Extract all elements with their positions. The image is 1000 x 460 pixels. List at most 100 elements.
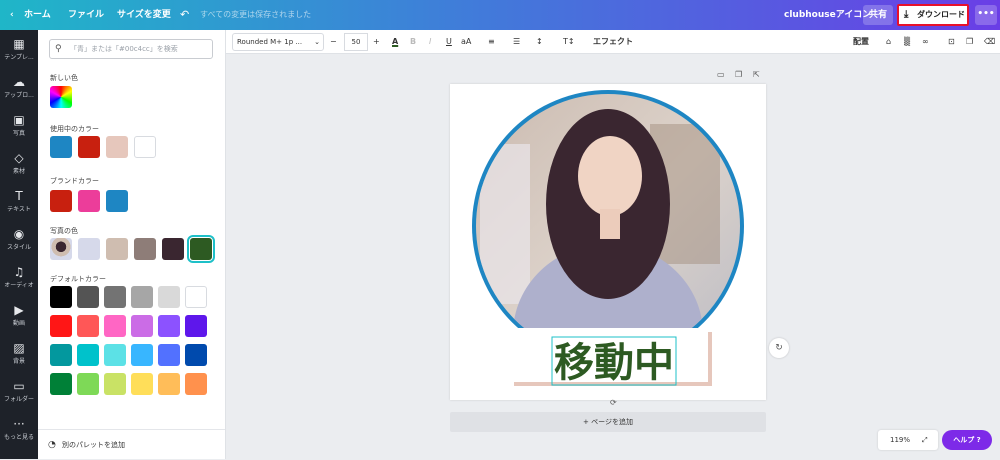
document-title[interactable]: clubhouseアイコン — [784, 0, 871, 30]
default-color-swatch[interactable] — [50, 344, 72, 366]
default-color-swatch[interactable] — [158, 344, 180, 366]
rail-item-template[interactable]: ▦ テンプレ... — [0, 32, 38, 70]
default-color-swatch[interactable] — [131, 373, 153, 395]
link-icon[interactable]: ∞ — [922, 30, 929, 54]
rail-item-background[interactable]: ▨ 背景 — [0, 336, 38, 374]
text-toolbar: Rounded M+ 1p ... ⌄ − 50 + A B I U aA ≡ … — [226, 30, 1000, 54]
default-color-swatch[interactable] — [131, 344, 153, 366]
refresh-icon[interactable]: ↻ — [769, 338, 789, 358]
more-options-button[interactable]: ••• — [975, 5, 997, 25]
in-use-swatch[interactable] — [78, 136, 100, 158]
italic-icon[interactable]: I — [429, 30, 431, 54]
rail-item-style[interactable]: ◉ スタイル — [0, 222, 38, 260]
default-color-swatch[interactable] — [77, 286, 99, 308]
align-center-icon[interactable]: ≡ — [488, 30, 495, 54]
default-color-swatch[interactable] — [50, 315, 72, 337]
photo-swatch[interactable] — [106, 238, 128, 260]
zoom-level: 119% — [890, 436, 911, 444]
default-color-swatch[interactable] — [104, 344, 126, 366]
default-color-swatch[interactable] — [185, 373, 207, 395]
rail-item-video[interactable]: ▶ 動画 — [0, 298, 38, 336]
photo-swatch[interactable] — [78, 238, 100, 260]
default-color-swatch[interactable] — [77, 373, 99, 395]
default-color-swatch[interactable] — [185, 315, 207, 337]
back-chevron-icon[interactable]: ‹ — [10, 0, 14, 30]
font-size-increase[interactable]: + — [373, 30, 380, 54]
page-duplicate-icon[interactable]: ❐ — [735, 70, 742, 79]
design-page[interactable]: 移動中 — [450, 84, 766, 400]
rotate-handle-icon[interactable]: ⟳ — [610, 398, 617, 407]
in-use-swatch[interactable] — [134, 136, 156, 158]
default-color-swatch[interactable] — [104, 315, 126, 337]
list-icon[interactable]: ☰ — [513, 30, 520, 54]
arrange-button[interactable]: 配置 — [853, 30, 869, 54]
letter-case-icon[interactable]: aA — [461, 30, 471, 54]
overlay-text[interactable]: 移動中 — [554, 340, 674, 386]
design-artwork: 移動中 — [472, 90, 744, 386]
page-note-icon[interactable]: ▭ — [717, 70, 725, 79]
default-color-swatch[interactable] — [50, 373, 72, 395]
photo-color-label: 写真の色 — [50, 227, 78, 235]
photo-swatch-selected[interactable] — [187, 235, 215, 263]
more-icon: ··· — [13, 417, 25, 431]
text-color-icon[interactable]: A — [392, 30, 398, 54]
download-button[interactable]: ⤓ ダウンロード — [897, 4, 969, 26]
paint-format-icon[interactable]: ⌂ — [886, 30, 891, 54]
home-button[interactable]: ホーム — [24, 0, 51, 30]
add-palette-button[interactable]: ◔ 別のパレットを追加 — [38, 429, 225, 459]
audio-icon: ♫ — [13, 265, 25, 279]
photo-thumbnail[interactable] — [50, 238, 72, 260]
default-color-swatch[interactable] — [131, 286, 153, 308]
default-color-swatch[interactable] — [77, 344, 99, 366]
vertical-text-icon[interactable]: T↕ — [563, 30, 575, 54]
share-button[interactable]: 共有 — [863, 5, 893, 25]
download-icon: ⤓ — [904, 9, 909, 20]
default-color-swatch[interactable] — [50, 286, 72, 308]
new-color-swatch[interactable] — [50, 86, 72, 108]
lock-icon[interactable]: ⊡ — [948, 30, 955, 54]
brand-swatch[interactable] — [50, 190, 72, 212]
trash-icon[interactable]: ⌫ — [984, 30, 995, 54]
bold-icon[interactable]: B — [410, 30, 416, 54]
rail-item-folder[interactable]: ▭ フォルダー — [0, 374, 38, 412]
add-page-button[interactable]: + ページを追加 — [450, 412, 766, 432]
default-color-swatch[interactable] — [104, 286, 126, 308]
font-selector[interactable]: Rounded M+ 1p ... ⌄ — [232, 33, 324, 51]
default-color-swatch[interactable] — [104, 373, 126, 395]
help-button[interactable]: ヘルプ ? — [942, 430, 992, 450]
zoom-control[interactable]: 119% ⤢ — [878, 430, 938, 450]
fullscreen-icon[interactable]: ⤢ — [922, 430, 928, 450]
default-color-swatch[interactable] — [158, 373, 180, 395]
default-color-swatch[interactable] — [158, 286, 180, 308]
resize-menu[interactable]: サイズを変更 — [117, 0, 171, 30]
brand-swatch[interactable] — [106, 190, 128, 212]
font-size-decrease[interactable]: − — [330, 30, 337, 54]
photo-swatch[interactable] — [134, 238, 156, 260]
chevron-down-icon: ⌄ — [314, 38, 320, 46]
rail-item-photo[interactable]: ▣ 写真 — [0, 108, 38, 146]
in-use-swatch[interactable] — [50, 136, 72, 158]
default-color-swatch[interactable] — [77, 315, 99, 337]
default-color-swatch[interactable] — [185, 286, 207, 308]
rail-item-upload[interactable]: ☁ アップロ... — [0, 70, 38, 108]
rail-item-audio[interactable]: ♫ オーディオ — [0, 260, 38, 298]
color-search-input[interactable]: ⚲ 「青」または「#00c4cc」を検索 — [49, 39, 213, 59]
page-add-icon[interactable]: ⇱ — [753, 70, 760, 79]
rail-item-elements[interactable]: ◇ 素材 — [0, 146, 38, 184]
default-color-swatch[interactable] — [185, 344, 207, 366]
default-color-swatch[interactable] — [158, 315, 180, 337]
default-color-swatch[interactable] — [131, 315, 153, 337]
rail-item-more[interactable]: ··· もっと見る — [0, 412, 38, 450]
photo-swatch[interactable] — [162, 238, 184, 260]
in-use-swatch[interactable] — [106, 136, 128, 158]
file-menu[interactable]: ファイル — [68, 0, 104, 30]
rail-item-text[interactable]: T テキスト — [0, 184, 38, 222]
spacing-icon[interactable]: ↕ — [536, 30, 543, 54]
duplicate-icon[interactable]: ❐ — [966, 30, 973, 54]
effects-button[interactable]: エフェクト — [593, 30, 633, 54]
font-size-input[interactable]: 50 — [344, 33, 368, 51]
undo-icon[interactable]: ↶ — [180, 0, 189, 30]
underline-icon[interactable]: U — [446, 30, 452, 54]
brand-swatch[interactable] — [78, 190, 100, 212]
transparency-icon[interactable]: ▒ — [904, 30, 910, 54]
